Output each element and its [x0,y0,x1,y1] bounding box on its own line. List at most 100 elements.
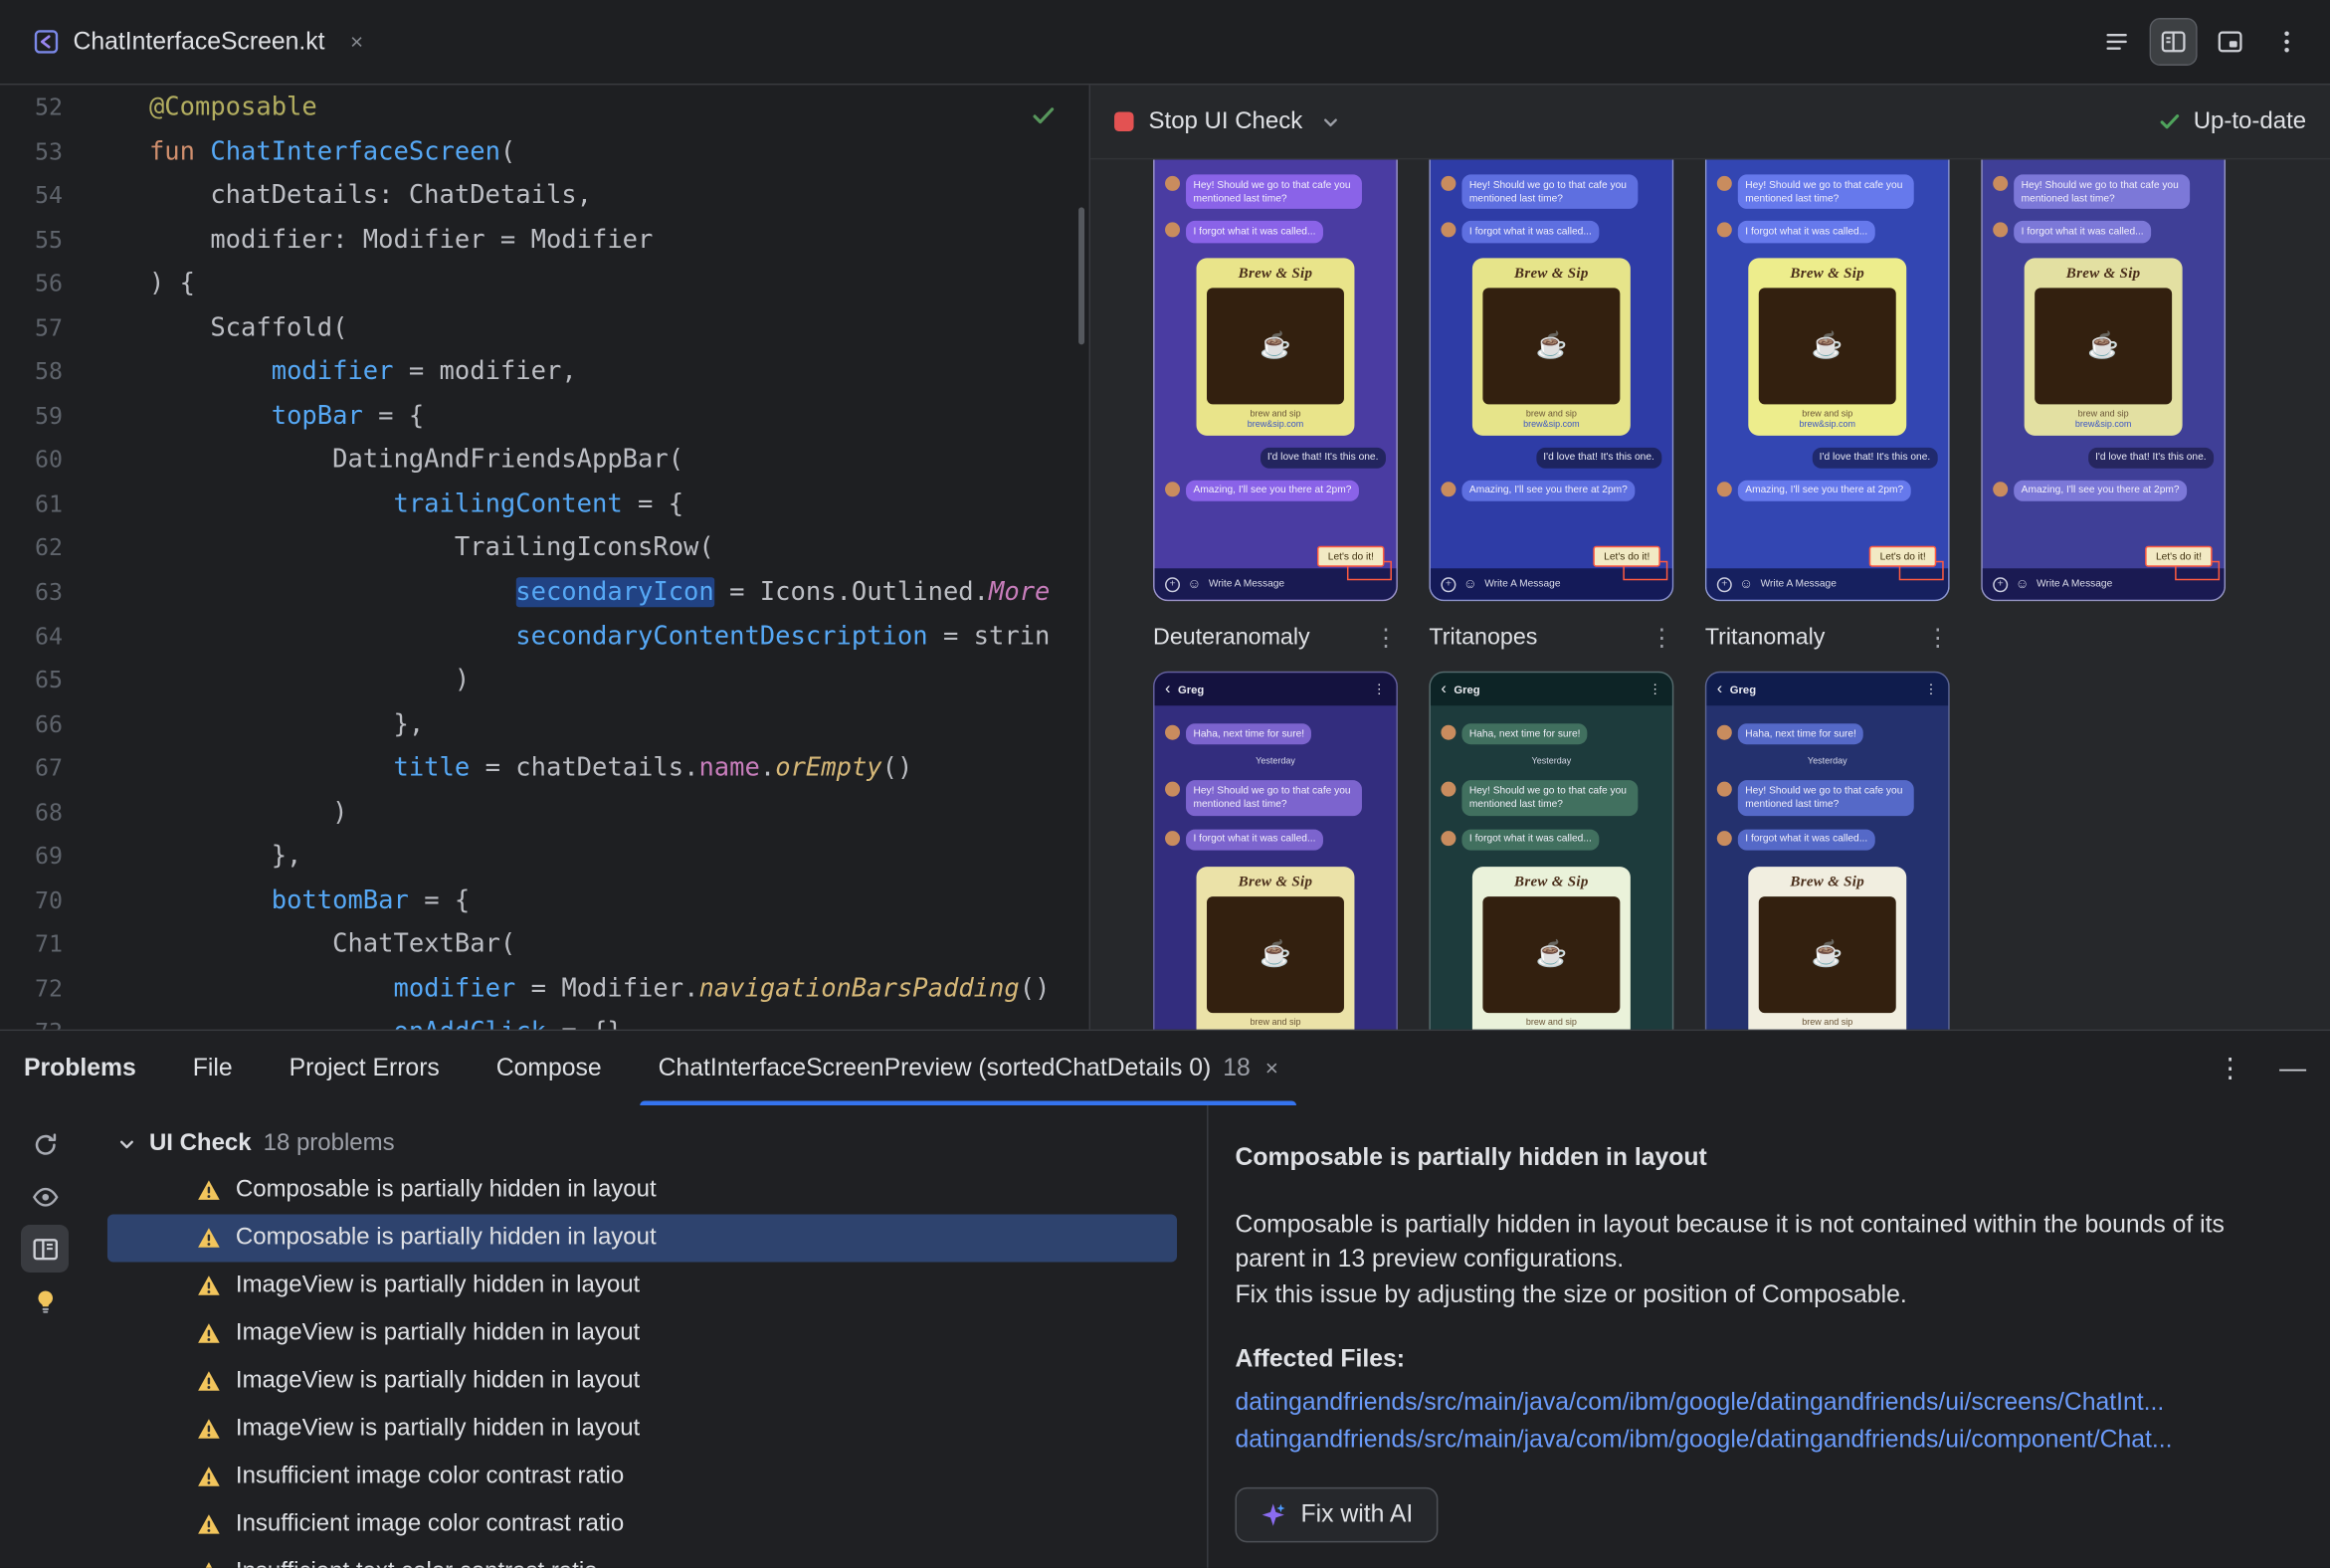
code-token: orEmpty [775,753,882,784]
code-token: }, [148,709,425,740]
chat-preview[interactable]: Hey! Should we go to that cafe you menti… [1981,159,2227,602]
layout-design-icon[interactable] [2208,19,2252,64]
code-line[interactable]: 70 bottomBar = { [0,880,1089,923]
editor-tab[interactable]: ChatInterfaceScreen.kt × [21,0,375,84]
problem-item[interactable]: ImageView is partially hidden in layout [107,1309,1177,1357]
problem-item-label: Composable is partially hidden in layout [235,1225,657,1251]
code-line[interactable]: 58 modifier = modifier, [0,351,1089,395]
panel-more-icon[interactable]: ⋮ [2217,1053,2243,1083]
preview-label: Tritanomaly ⋮ [1705,624,1950,654]
card-title: Brew & Sip [1514,265,1589,282]
problems-group-row[interactable]: UI Check 18 problems [107,1120,1177,1166]
code-token: name [698,753,760,784]
code-line[interactable]: 55 modifier: Modifier = Modifier [0,219,1089,263]
code-line[interactable]: 60 DatingAndFriendsAppBar( [0,439,1089,483]
card-title: Brew & Sip [2065,265,2141,282]
problem-item[interactable]: ImageView is partially hidden in layout [107,1357,1177,1405]
incoming-bubble: Haha, next time for sure! [1186,723,1312,745]
problem-item[interactable]: Insufficient image color contrast ratio [107,1500,1177,1548]
more-options-icon[interactable] [2264,19,2309,64]
code-line[interactable]: 54 chatDetails: ChatDetails, [0,175,1089,219]
code-line[interactable]: 53 fun ChatInterfaceScreen( [0,130,1089,174]
chat-preview[interactable]: Hey! Should we go to that cafe you menti… [1153,159,1398,602]
inspection-ok-icon[interactable] [1031,102,1056,135]
chevron-down-icon[interactable] [1320,111,1341,132]
emoji-icon: ☺ [1462,575,1477,591]
code-text: ) [87,792,347,836]
problem-item[interactable]: ImageView is partially hidden in layout [107,1405,1177,1453]
code-token: chatDetails: ChatDetails, [148,180,592,211]
avatar [1165,481,1181,496]
code-token: = Icons.Outlined. [713,577,990,608]
tab-close-icon[interactable]: × [1265,1056,1278,1080]
panel-minimize-icon[interactable]: — [2279,1053,2306,1083]
code-token: () [1019,974,1051,1005]
tab-problems[interactable]: Problems [24,1031,136,1105]
code-line[interactable]: 63 secondaryIcon = Icons.Outlined.More [0,571,1089,615]
up-to-date-label: Up-to-date [2193,107,2307,134]
code-editor[interactable]: 52 @Composable 53 fun ChatInterfaceScreen(5… [0,85,1091,1030]
refresh-icon[interactable] [21,1120,69,1168]
fix-with-ai-button[interactable]: Fix with AI [1235,1487,1439,1543]
chat-preview[interactable]: ‹ Greg ⋮ Haha, next time for sure! Yesterday… [1153,671,1398,1030]
chat-preview[interactable]: ‹ Greg ⋮ Haha, next time for sure! Yesterday… [1429,671,1674,1030]
problem-item-label: Composable is partially hidden in layout [235,1177,657,1203]
problem-item[interactable]: Insufficient text color contrast ratio [107,1548,1177,1568]
problem-item-label: Insufficient image color contrast ratio [235,1463,625,1489]
code-line[interactable]: 52 @Composable [0,87,1089,130]
code-text: bottomBar = { [87,880,471,923]
line-number: 56 [34,270,63,297]
code-line[interactable]: 65 ) [0,660,1089,703]
editor-scrollbar[interactable] [1078,207,1085,345]
details-view-icon[interactable] [20,1225,69,1273]
stop-ui-check-button[interactable]: Stop UI Check [1114,108,1302,135]
layout-code-icon[interactable] [2094,19,2139,64]
tab-chatinterfacescreenpreview-sortedchatdetails-0[interactable]: ChatInterfaceScreenPreview (sortedChatDe… [640,1031,1296,1106]
code-token: = { [622,489,684,519]
code-line[interactable]: 66 }, [0,703,1089,747]
preview-menu-icon[interactable]: ⋮ [1374,624,1398,654]
contact-name: Greg [1729,682,1757,696]
code-line[interactable]: 59 topBar = { [0,395,1089,439]
code-line[interactable]: 69 }, [0,836,1089,880]
preview-menu-icon[interactable]: ⋮ [1650,624,1673,654]
problem-item[interactable]: Composable is partially hidden in layout [106,1214,1178,1263]
problem-item[interactable]: Composable is partially hidden in layout [107,1167,1177,1215]
chat-preview[interactable]: ‹ Greg ⋮ Haha, next time for sure! Yesterday… [1704,671,1950,1030]
code-token: bottomBar [271,885,409,916]
brew-sip-card: Brew & Sip☕brew and sipbrew&sip.com [1196,866,1355,1030]
code-line[interactable]: 68 ) [0,792,1089,836]
preview-canvas: Hey! Should we go to that cafe you menti… [1090,159,2330,1030]
problem-item[interactable]: Insufficient image color contrast ratio [107,1453,1177,1500]
tab-project-errors[interactable]: Project Errors [290,1031,440,1105]
preview-menu-icon[interactable]: ⋮ [1926,624,1950,654]
messages-list: Haha, next time for sure! Yesterday Hey! S… [1706,705,1948,1030]
code-line[interactable]: 72 modifier = Modifier.navigationBarsPad… [0,968,1089,1012]
code-line[interactable]: 62 TrailingIconsRow( [0,527,1089,571]
chat-preview[interactable]: Hey! Should we go to that cafe you menti… [1429,159,1674,602]
affected-file-link[interactable]: datingandfriends/src/main/java/com/ibm/g… [1236,1389,2286,1417]
tab-file[interactable]: File [193,1031,233,1105]
tab-close-icon[interactable]: × [350,29,363,54]
code-line[interactable]: 61 trailingContent = { [0,484,1089,527]
affected-file-link[interactable]: datingandfriends/src/main/java/com/ibm/g… [1236,1427,2286,1455]
code-line[interactable]: 73 onAddClick = {} [0,1012,1089,1029]
coffee-cup-photo: ☕ [1482,895,1621,1013]
card-url: brew&sip.com [1247,420,1304,430]
eye-icon[interactable] [21,1173,69,1221]
layout-split-icon[interactable] [2149,17,2198,66]
lightbulb-icon[interactable] [21,1276,69,1324]
tab-compose[interactable]: Compose [496,1031,602,1105]
code-line[interactable]: 67 title = chatDetails.name.orEmpty() [0,748,1089,792]
stop-icon [1114,111,1134,131]
chat-preview[interactable]: Hey! Should we go to that cafe you menti… [1704,159,1950,602]
code-line[interactable]: 71 ChatTextBar( [0,924,1089,968]
problem-item[interactable]: ImageView is partially hidden in layout [107,1262,1177,1309]
code-line[interactable]: 64 secondaryContentDescription = strin [0,616,1089,660]
code-line[interactable]: 56) { [0,263,1089,306]
code-token: modifier [271,356,394,387]
chevron-down-icon[interactable] [116,1133,137,1154]
message-row: I forgot what it was called... [1716,221,1938,243]
code-line[interactable]: 57 Scaffold( [0,306,1089,350]
code-text: }, [87,703,424,747]
